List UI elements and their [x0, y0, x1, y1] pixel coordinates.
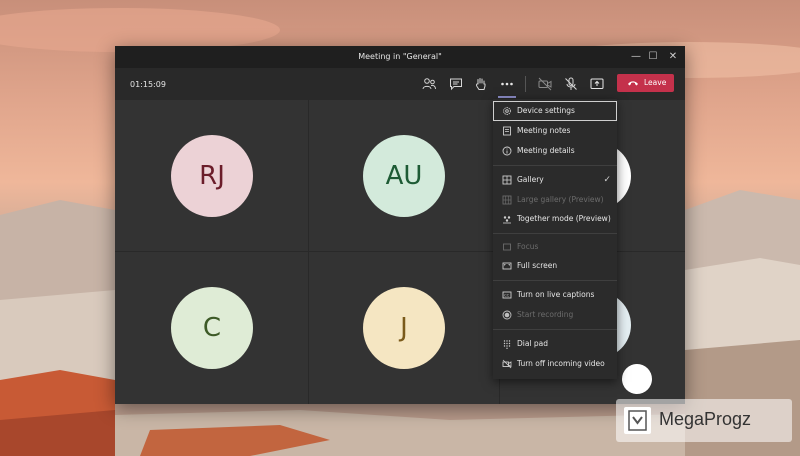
hang-up-icon	[628, 81, 638, 86]
menu-item-live-captions[interactable]: CC Turn on live captions	[493, 285, 617, 305]
svg-text:CC: CC	[504, 294, 510, 298]
menu-divider	[493, 165, 617, 166]
participant-tile-rj[interactable]: RJ	[115, 100, 308, 251]
avatar-j: J	[363, 287, 445, 369]
watermark: MegaProgz	[616, 399, 792, 442]
avatar-c: C	[171, 287, 253, 369]
meeting-toolbar: 01:15:09 Leave	[115, 68, 685, 100]
menu-item-turn-off-incoming-video[interactable]: Turn off incoming video	[493, 354, 617, 374]
more-actions-menu: Device settings Meeting notes Meeting de…	[493, 99, 617, 379]
gear-icon	[503, 107, 511, 115]
chat-icon[interactable]	[448, 76, 464, 92]
camera-off-icon[interactable]	[537, 76, 553, 92]
video-off-icon	[502, 359, 512, 369]
mic-off-icon[interactable]	[563, 76, 579, 92]
watermark-text: MegaProgz	[659, 409, 752, 429]
focus-icon	[503, 243, 511, 251]
participant-tile-au[interactable]: AU	[309, 100, 499, 251]
raise-hand-icon[interactable]	[473, 76, 489, 92]
leave-button[interactable]: Leave	[617, 74, 674, 92]
large-gallery-icon	[502, 195, 512, 205]
menu-item-start-recording: Start recording	[493, 305, 617, 325]
captions-icon: CC	[502, 291, 512, 299]
menu-item-meeting-notes[interactable]: Meeting notes	[493, 121, 617, 141]
menu-item-large-gallery: Large gallery (Preview)	[493, 190, 617, 210]
more-actions-icon[interactable]	[499, 76, 515, 92]
menu-item-device-settings[interactable]: Device settings	[493, 101, 617, 121]
notes-icon	[503, 126, 511, 136]
menu-item-dial-pad[interactable]: Dial pad	[493, 334, 617, 354]
self-view-bubble[interactable]	[622, 364, 652, 394]
meeting-timer: 01:15:09	[130, 80, 166, 89]
share-screen-icon[interactable]	[589, 76, 605, 92]
dialpad-icon	[503, 340, 511, 349]
menu-item-gallery[interactable]: Gallery ✓	[493, 170, 617, 190]
together-mode-icon	[503, 216, 511, 224]
more-actions-active-indicator	[498, 96, 516, 98]
menu-divider	[493, 233, 617, 234]
gallery-icon	[502, 175, 512, 185]
participants-icon[interactable]	[421, 76, 437, 92]
avatar-rj: RJ	[171, 135, 253, 217]
menu-divider	[493, 280, 617, 281]
menu-item-focus: Focus	[493, 237, 617, 257]
avatar-au: AU	[363, 135, 445, 217]
fullscreen-icon	[502, 262, 512, 270]
menu-item-meeting-details[interactable]: Meeting details	[493, 141, 617, 161]
participant-tile-j[interactable]: J	[309, 252, 499, 404]
toolbar-divider	[525, 76, 526, 92]
info-icon	[502, 146, 512, 156]
menu-item-together-mode[interactable]: Together mode (Preview)	[493, 209, 617, 229]
title-bar: Meeting in "General" — ☐ ✕	[115, 46, 685, 68]
menu-item-full-screen[interactable]: Full screen	[493, 256, 617, 276]
watermark-logo	[624, 407, 651, 434]
window-title: Meeting in "General"	[358, 52, 442, 61]
menu-divider	[493, 329, 617, 330]
checkmark-icon: ✓	[603, 175, 611, 185]
close-button[interactable]: ✕	[663, 46, 683, 68]
record-icon	[502, 310, 512, 320]
maximize-button[interactable]: ☐	[643, 46, 663, 68]
participant-tile-c[interactable]: C	[115, 252, 308, 404]
download-icon	[628, 410, 647, 431]
leave-label: Leave	[644, 78, 667, 87]
